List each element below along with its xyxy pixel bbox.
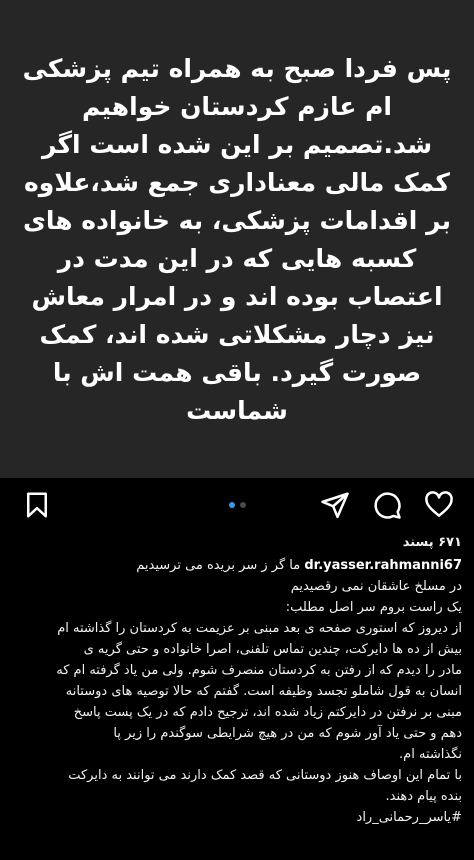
caption-line: انسان به قول شاملو تجسد وظیفه است. گفتم … [65,684,462,699]
action-bar [0,478,474,532]
comment-icon[interactable] [372,490,402,520]
caption-line: در مسلخ عاشقان نمی رقصیدیم [290,579,462,594]
caption-text: ما گر ز سر بریده می ترسیدیم [136,558,305,573]
caption-line: بیش از ده ها دایرکت، چندین تماس تلفنی، ا… [83,642,462,657]
caption-line: دهم و حتی یاد آور شوم که من در هیچ شرایط… [113,726,462,741]
heart-icon[interactable] [424,490,454,520]
caption-line: یک راست بروم سر اصل مطلب: [285,600,462,615]
post-image-text: پس فردا صبح به همراه تیم پزشکی ام عازم ک… [22,54,452,425]
caption-area: ۶۷۱ پسند dr.yasser.rahmanni67 ما گر ز سر… [12,532,462,828]
caption-line: مادر را دیدم که از رفتن به کردستان منصرف… [56,663,462,678]
post-image[interactable]: پس فردا صبح به همراه تیم پزشکی ام عازم ک… [0,0,474,478]
caption-first-line: dr.yasser.rahmanni67 ما گر ز سر بریده می… [12,555,462,576]
caption-hashtag[interactable]: #یاسر_رحمانی_راد [12,807,462,828]
caption-username[interactable]: dr.yasser.rahmanni67 [304,558,462,573]
caption-line: بنده پیام دهند. [385,789,462,804]
caption-line: از دیروز که استوری صفحه ی بعد مبنی بر عز… [57,621,462,636]
caption-line: با تمام این اوصاف هنوز دوستانی که قصد کم… [68,768,462,783]
carousel-dot-active [228,502,235,508]
carousel-dot [239,502,246,508]
carousel-indicator [0,502,474,510]
likes-count[interactable]: ۶۷۱ پسند [12,532,462,553]
share-icon[interactable] [320,490,350,520]
caption-line: مبنی بر نرفتن در دایرکتم زیاد شده اند، ت… [73,705,462,720]
caption-line: نگذاشته ام. [399,747,462,762]
